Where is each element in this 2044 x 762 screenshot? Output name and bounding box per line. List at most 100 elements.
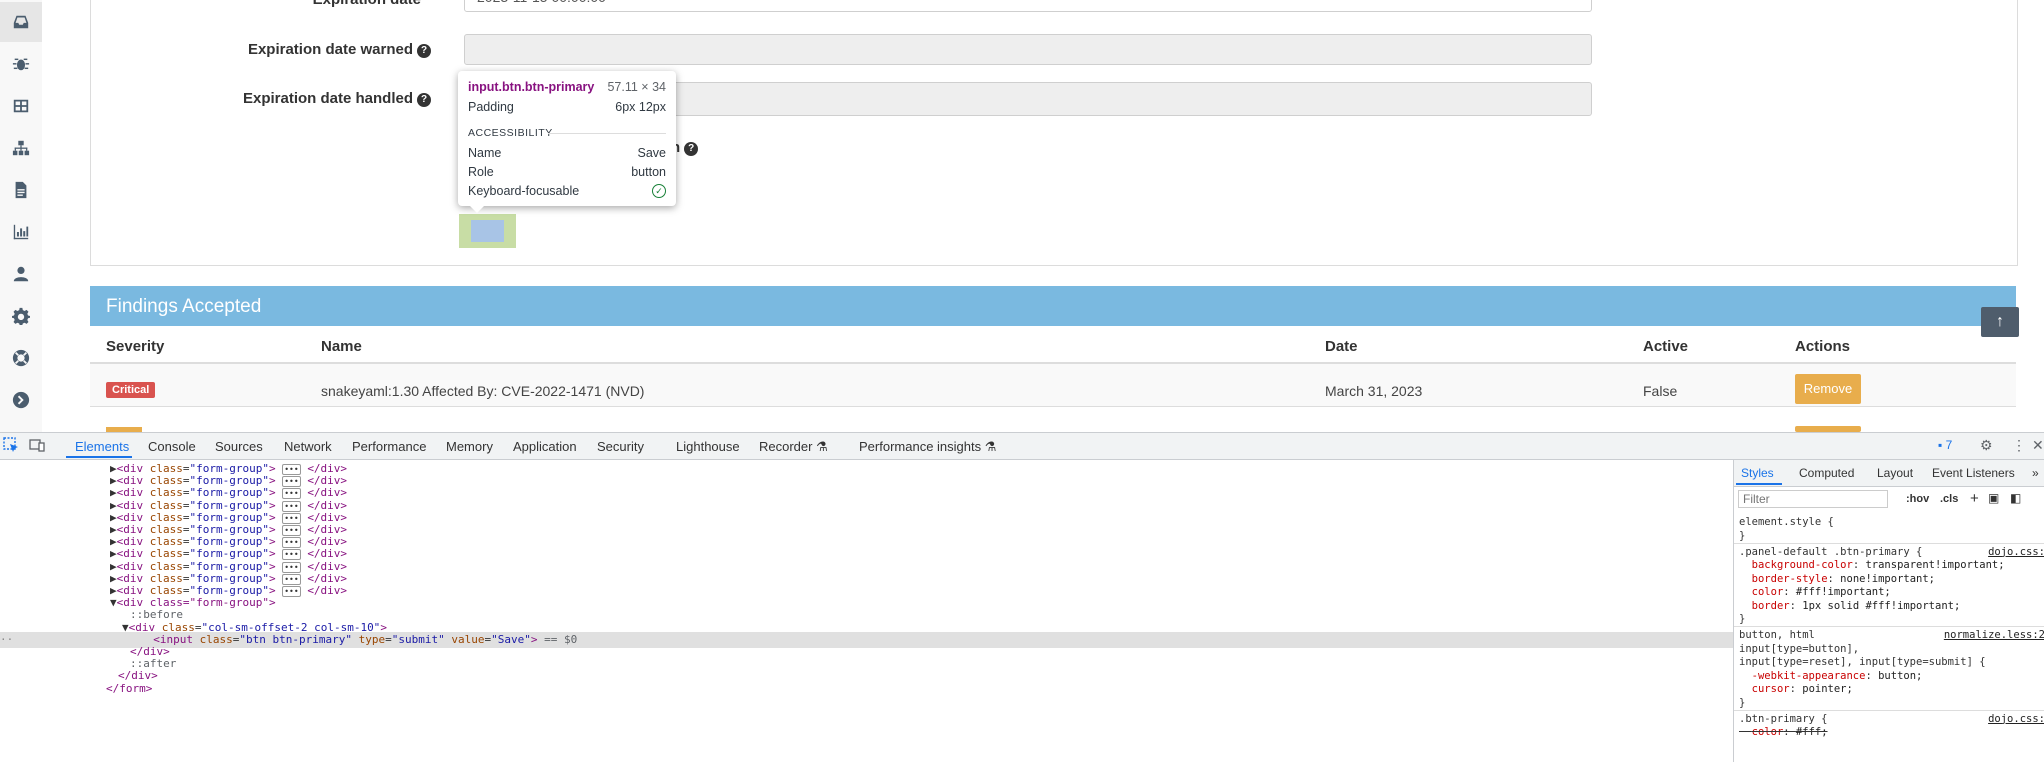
inspect-element-icon[interactable]	[3, 437, 19, 456]
add-rule-icon[interactable]: +	[1970, 490, 1979, 507]
finding-date: March 31, 2023	[1325, 383, 1423, 399]
settings-gear-icon[interactable]: ⚙	[1980, 437, 1993, 454]
css-selector[interactable]: input[type=reset], input[type=submit] {	[1739, 655, 2044, 669]
table-row: Critical snakeyaml:1.30 Affected By: CVE…	[90, 364, 2016, 407]
css-selector[interactable]: element.style {	[1739, 515, 2044, 529]
arrow-up-icon: ↑	[1996, 313, 2004, 330]
save-button[interactable]	[471, 220, 504, 242]
rule-divider	[1734, 542, 2044, 544]
tab-lighthouse[interactable]: Lighthouse	[676, 439, 740, 454]
sidebar-item-metrics[interactable]	[0, 212, 42, 252]
styles-sidebar: Styles Computed Layout Event Listeners »…	[1733, 460, 2044, 762]
sitemap-icon	[12, 140, 30, 156]
css-declaration[interactable]: border: 1px solid #fff!important;	[1739, 599, 2044, 613]
expiration-date-warned-field	[464, 34, 1592, 65]
tab-memory[interactable]: Memory	[446, 439, 493, 454]
tab-event-listeners[interactable]: Event Listeners	[1932, 466, 2015, 480]
styles-filter-input[interactable]	[1738, 490, 1888, 508]
tab-performance[interactable]: Performance	[352, 439, 426, 454]
issues-counter[interactable]: ▪ 7	[1938, 438, 1952, 452]
message-icon: ▪	[1938, 438, 1943, 452]
scroll-to-top-button[interactable]: ↑	[1981, 307, 2019, 337]
tab-performance-insights-label: Performance insights	[859, 439, 982, 454]
sidebar-item-products[interactable]	[0, 128, 42, 168]
tab-console[interactable]: Console	[148, 439, 196, 454]
bug-icon	[12, 58, 30, 71]
css-declaration[interactable]: -webkit-appearance: button;	[1739, 669, 2044, 683]
flask-icon: ⚗	[816, 439, 828, 454]
sidebar-item-dashboard[interactable]	[0, 86, 42, 126]
tooltip-name-row: Name Save	[468, 146, 666, 160]
sidebar-item-collapse[interactable]	[0, 380, 42, 420]
help-icon[interactable]: ?	[417, 44, 431, 58]
css-selector[interactable]: input[type=button],	[1739, 642, 2044, 656]
sidebar-item-users[interactable]	[0, 254, 42, 294]
css-declaration[interactable]: cursor: pointer;	[1739, 682, 2044, 696]
more-options-icon[interactable]: ⋮	[2012, 437, 2026, 454]
expiration-date-handled-label: Expiration date handled?	[171, 90, 431, 107]
tooltip-name-value: Save	[637, 146, 667, 160]
tooltip-padding-value: 6px 12px	[615, 100, 666, 114]
css-selector[interactable]: .btn-primary {dojo.css:	[1739, 712, 2044, 726]
css-rule-close[interactable]: }	[1739, 529, 2044, 543]
tooltip-section-title: ACCESSIBILITY	[468, 127, 553, 139]
user-icon	[13, 266, 29, 282]
css-source-link[interactable]: dojo.css:	[1988, 545, 2044, 559]
active-tab-indicator	[1736, 483, 1782, 485]
tab-application[interactable]: Application	[513, 439, 577, 454]
column-header-active[interactable]: Active	[1643, 338, 1688, 355]
device-toolbar-icon[interactable]	[29, 437, 45, 456]
sidebar-item-inbox[interactable]	[0, 2, 42, 42]
tab-styles[interactable]: Styles	[1741, 466, 1774, 480]
issues-count: 7	[1945, 438, 1953, 452]
more-tabs-chevron-icon[interactable]: »	[2032, 466, 2039, 480]
save-button-highlight[interactable]	[459, 214, 516, 248]
css-selector[interactable]: .panel-default .btn-primary {dojo.css:	[1739, 545, 2044, 559]
expiration-date-field[interactable]: 2023-11-15 00:00:00	[464, 0, 1592, 12]
css-rule-close[interactable]: }	[1739, 696, 2044, 710]
css-declaration[interactable]: border-style: none!important;	[1739, 572, 2044, 586]
close-icon[interactable]: ✕	[2032, 437, 2044, 454]
hover-state-toggle[interactable]: :hov	[1906, 493, 1929, 505]
tab-sources[interactable]: Sources	[215, 439, 263, 454]
column-header-date[interactable]: Date	[1325, 338, 1358, 355]
column-header-severity[interactable]: Severity	[106, 338, 164, 355]
tab-recorder[interactable]: Recorder ⚗	[759, 439, 828, 455]
flask-icon: ⚗	[984, 439, 997, 454]
tab-computed[interactable]: Computed	[1799, 466, 1854, 480]
class-toggle[interactable]: .cls	[1940, 493, 1958, 505]
tab-performance-insights[interactable]: Performance insights ⚗	[859, 439, 996, 455]
css-source-link[interactable]: dojo.css:	[1988, 712, 2044, 726]
tooltip-role-label: Role	[468, 165, 494, 179]
css-declaration[interactable]: color: #fff;	[1739, 725, 2044, 739]
css-rule-close[interactable]: }	[1739, 612, 2044, 626]
findings-accepted-panel-header: Findings Accepted	[90, 286, 2016, 326]
css-declaration[interactable]: background-color: transparent!important;	[1739, 558, 2044, 572]
sidebar-item-support[interactable]	[0, 338, 42, 378]
column-header-actions: Actions	[1795, 338, 1851, 355]
tab-security[interactable]: Security	[597, 439, 644, 454]
rule-divider	[1734, 626, 2044, 627]
css-source-link[interactable]: normalize.less:2	[1944, 628, 2044, 642]
tab-layout[interactable]: Layout	[1877, 466, 1913, 480]
help-icon[interactable]: ?	[684, 142, 699, 156]
finding-name-link[interactable]: snakeyaml:1.30 Affected By: CVE-2022-147…	[321, 383, 644, 399]
sidebar-item-reports[interactable]	[0, 170, 42, 210]
sidebar-item-findings[interactable]	[0, 44, 42, 84]
paint-brush-icon[interactable]: ▣	[1988, 491, 1999, 505]
file-icon	[15, 181, 27, 199]
css-selector[interactable]: button, html normalize.less:2	[1739, 628, 2044, 642]
tab-elements[interactable]: Elements	[75, 439, 129, 454]
remove-button[interactable]: Remove	[1795, 374, 1861, 404]
tooltip-focusable-label: Keyboard-focusable	[468, 184, 580, 198]
css-declaration[interactable]: color: #fff!important;	[1739, 585, 2044, 599]
tab-network[interactable]: Network	[284, 439, 332, 454]
tooltip-role-row: Role button	[468, 165, 666, 179]
severity-badge: Critical	[106, 382, 156, 398]
column-header-name[interactable]: Name	[321, 338, 362, 355]
dom-node-close-form[interactable]: </form>	[0, 681, 1733, 697]
sidebar-item-settings[interactable]	[0, 296, 42, 336]
bar-chart-icon	[13, 224, 29, 240]
computed-sidebar-icon[interactable]: ◧	[2010, 491, 2021, 505]
help-icon[interactable]: ?	[417, 93, 431, 107]
